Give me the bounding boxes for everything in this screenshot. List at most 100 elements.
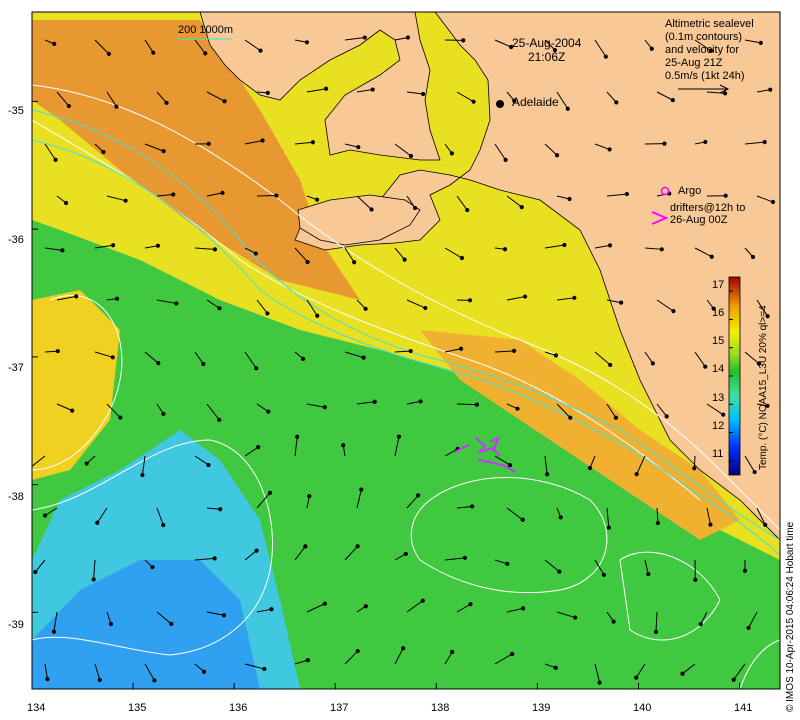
velocity-arrow-head [723, 193, 728, 198]
velocity-arrow-head [709, 254, 714, 259]
velocity-arrow-head [267, 490, 273, 495]
velocity-arrow-head [222, 99, 227, 104]
velocity-arrow-head [450, 649, 455, 655]
velocity-arrow-head [97, 677, 102, 683]
velocity-arrow-head [301, 356, 306, 361]
velocity-arrow-head [315, 313, 320, 318]
velocity-arrow-head [565, 106, 570, 111]
velocity-arrow-head [750, 254, 756, 260]
velocity-arrow-head [405, 35, 411, 40]
velocity-arrow-head [28, 467, 31, 470]
velocity-arrow-head [355, 544, 360, 549]
velocity-arrow-head [607, 147, 612, 152]
velocity-arrow-head [403, 551, 408, 556]
velocity-arrow-head [510, 651, 515, 657]
velocity-arrow-head [118, 415, 123, 420]
velocity-arrow-head [156, 361, 161, 366]
velocity-arrow-head [369, 207, 374, 212]
velocity-arrow-head [155, 243, 161, 248]
velocity-arrow-head [511, 348, 517, 354]
velocity-arrow-head [465, 207, 470, 213]
velocity-arrow-head [359, 487, 364, 492]
velocity-arrow-head [522, 294, 528, 299]
velocity-arrow-head [322, 405, 327, 410]
velocity-arrow-head [164, 100, 169, 105]
velocity-arrow-head [470, 504, 475, 509]
velocity-arrow-head [742, 568, 748, 573]
velocity-arrow-head [84, 461, 89, 466]
velocity-arrow-head [568, 415, 573, 420]
colorbar-tick-12: 12 [712, 420, 725, 432]
velocity-arrow-head [646, 572, 651, 577]
velocity-arrow-head [258, 48, 263, 53]
velocity-arrow-head [692, 466, 697, 471]
velocity-arrow-head [418, 399, 423, 404]
velocity-arrow-head [260, 138, 265, 143]
velocity-arrow-head [220, 190, 225, 195]
velocity-arrow-head [557, 569, 562, 574]
velocity-arrow-head [95, 520, 100, 525]
velocity-arrow-head [363, 604, 368, 609]
colorbar-tick-17: 17 [712, 279, 725, 291]
x-tick-138: 138 [431, 702, 450, 714]
velocity-arrow-head [412, 205, 418, 211]
y-tick-37: -37 [8, 362, 24, 374]
velocity-arrow-head [314, 197, 320, 202]
velocity-arrow-head [634, 675, 639, 680]
velocity-arrow-head [545, 472, 550, 477]
x-tick-137: 137 [330, 702, 349, 714]
velocity-arrow-head [502, 247, 508, 252]
velocity-arrow-head [171, 192, 176, 197]
velocity-arrow-head [614, 100, 619, 105]
velocity-arrow-head [265, 311, 270, 316]
velocity-arrow-head [70, 408, 75, 413]
colorbar-tick-16: 16 [712, 307, 725, 319]
velocity-arrow-head [150, 565, 155, 570]
x-tick-141: 141 [734, 702, 753, 714]
x-tick-140: 140 [633, 702, 652, 714]
velocity-arrow-head [323, 86, 329, 91]
velocity-arrow-head [607, 243, 613, 248]
velocity-arrow-head [307, 494, 312, 499]
velocity-arrow-head [653, 629, 659, 635]
velocity-arrow-head [74, 294, 79, 299]
velocity-arrow-head [253, 251, 259, 256]
velocity-arrow-head [161, 523, 166, 528]
velocity-arrow-head [693, 577, 698, 582]
velocity-arrow-head [269, 607, 274, 612]
velocity-arrow-head [221, 613, 227, 618]
velocity-arrow-head [606, 525, 611, 530]
velocity-arrow-head [203, 51, 208, 56]
velocity-arrow-head [458, 346, 464, 351]
velocity-arrow-head [295, 434, 300, 439]
velocity-arrow-head [562, 242, 567, 248]
velocity-arrow-head [553, 665, 558, 670]
velocity-arrow-head [60, 248, 65, 253]
velocity-arrow-head [45, 677, 50, 682]
velocity-arrow-head [361, 355, 366, 360]
velocity-arrow-head [554, 153, 560, 158]
velocity-arrow-head [655, 520, 661, 526]
velocity-arrow-head [352, 260, 357, 265]
velocity-arrow-head [722, 91, 728, 96]
colorbar-title: Temp. (°C) NOAA15_L3U 20% ql>=4 [758, 305, 769, 470]
colorbar-tick-15: 15 [712, 335, 725, 347]
x-tick-135: 135 [128, 702, 147, 714]
velocity-arrow-head [201, 669, 207, 674]
altimetry-line-1: Altimetric sealevel [665, 18, 754, 30]
velocity-arrow-head [608, 362, 613, 368]
velocity-arrow-head [401, 646, 406, 651]
velocity-arrow-head [33, 569, 38, 575]
velocity-arrow-head [420, 598, 425, 603]
sst-map [28, 11, 781, 690]
velocity-arrow-head [42, 513, 48, 518]
velocity-arrow-head [462, 555, 467, 560]
velocity-arrow-head [567, 196, 572, 202]
velocity-arrow-head [619, 300, 624, 305]
velocity-arrow-head [521, 606, 526, 611]
velocity-arrow-head [459, 255, 465, 261]
velocity-arrow-head [423, 305, 428, 311]
velocity-arrow-head [519, 205, 524, 210]
velocity-arrow-head [650, 361, 655, 366]
colorbar-tick-13: 13 [712, 392, 725, 404]
